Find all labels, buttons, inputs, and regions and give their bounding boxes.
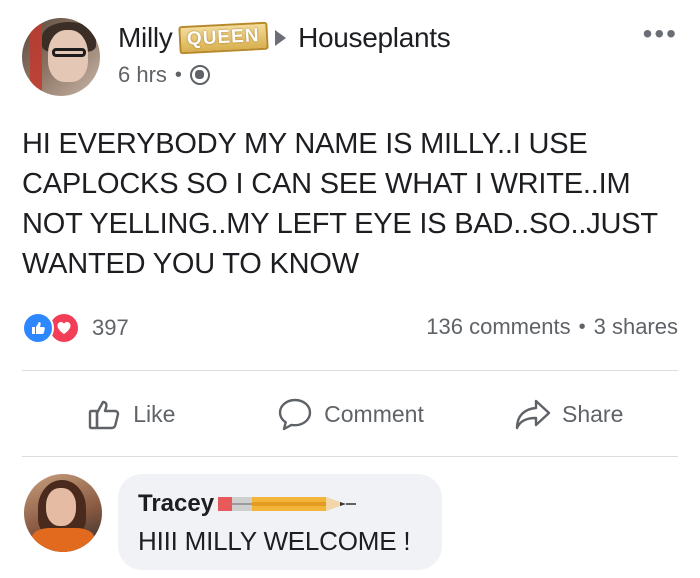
commenter-face bbox=[46, 488, 76, 526]
post-header: Milly QUEEN Houseplants bbox=[118, 20, 451, 56]
reactions-summary[interactable]: 397 bbox=[22, 312, 129, 344]
divider bbox=[22, 456, 678, 457]
comment-button[interactable]: Comment bbox=[241, 386, 460, 442]
thumbs-up-icon bbox=[89, 400, 120, 430]
divider bbox=[22, 370, 678, 371]
like-reaction-icon bbox=[22, 312, 54, 344]
reaction-count: 397 bbox=[92, 315, 129, 340]
avatar-glasses bbox=[52, 48, 86, 57]
like-label: Like bbox=[133, 400, 176, 427]
post-timestamp[interactable]: 6 hrs bbox=[118, 62, 167, 88]
comment-bubble-icon bbox=[278, 398, 312, 431]
shared-to-arrow-icon bbox=[275, 30, 287, 46]
post-meta: 6 hrs • bbox=[118, 62, 210, 88]
group-name[interactable]: Houseplants bbox=[298, 22, 451, 54]
like-button[interactable]: Like bbox=[22, 386, 241, 442]
comment-text: HIII MILLY WELCOME ! bbox=[138, 526, 411, 556]
commenter-shirt bbox=[32, 528, 94, 552]
action-bar: Like Comment Share bbox=[22, 386, 678, 442]
comments-count[interactable]: 136 comments bbox=[426, 314, 570, 340]
comment-label: Comment bbox=[324, 400, 424, 427]
stats-separator: • bbox=[578, 315, 586, 338]
post-body: HI EVERYBODY MY NAME IS MILLY..I USE CAP… bbox=[22, 128, 658, 280]
share-label: Share bbox=[561, 400, 624, 427]
post-stats: 136 comments • 3 shares bbox=[426, 314, 678, 340]
author-name[interactable]: Milly bbox=[118, 22, 173, 54]
comment-author[interactable]: Tracey bbox=[138, 490, 214, 518]
commenter-avatar[interactable] bbox=[24, 474, 102, 552]
queen-badge: QUEEN bbox=[177, 21, 268, 55]
shares-count[interactable]: 3 shares bbox=[594, 314, 678, 340]
avatar-background bbox=[30, 18, 42, 96]
more-options-icon[interactable]: ••• bbox=[643, 20, 678, 48]
globe-icon bbox=[189, 65, 210, 85]
meta-separator: • bbox=[174, 63, 182, 86]
comment-header: Tracey bbox=[138, 488, 422, 520]
share-button[interactable]: Share bbox=[459, 386, 678, 442]
comment-bubble: Tracey HIII MILLY WELCOME ! bbox=[118, 474, 442, 570]
pencil-icon bbox=[218, 493, 358, 515]
author-avatar[interactable] bbox=[22, 18, 100, 96]
facebook-post: Milly QUEEN Houseplants 6 hrs • ••• HI E… bbox=[0, 0, 700, 578]
share-arrow-icon bbox=[515, 399, 551, 430]
